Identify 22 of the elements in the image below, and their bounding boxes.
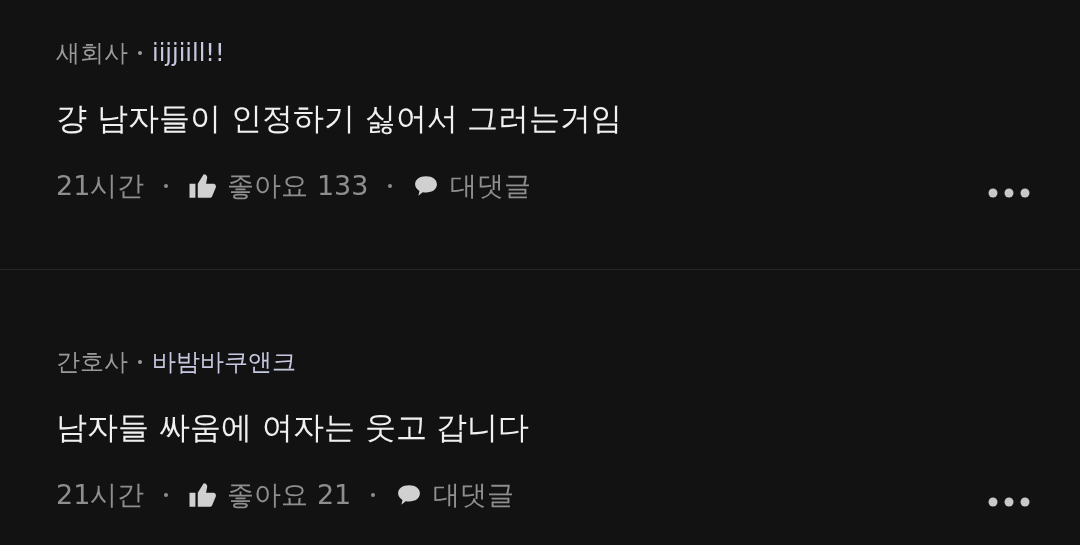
comment-text: 남자들 싸움에 여자는 웃고 갑니다 [56, 408, 531, 447]
comment-time: 21시간 [56, 478, 145, 512]
like-count[interactable]: 좋아요 21 [227, 475, 352, 515]
more-options-icon[interactable] [988, 497, 1030, 507]
separator-dot [164, 184, 169, 188]
separator-dot [138, 51, 142, 55]
author-nickname[interactable]: iijjiill!! [152, 36, 225, 70]
reply-link[interactable]: 대댓글 [433, 475, 515, 515]
separator-dot [138, 360, 142, 364]
like-count[interactable]: 좋아요 133 [227, 166, 369, 206]
separator-dot [388, 184, 393, 188]
thumbs-up-icon[interactable] [188, 482, 218, 508]
author-job: 간호사 [56, 347, 128, 378]
comment-text: 걍 남자들이 인정하기 싫어서 그러는거임 [56, 99, 624, 138]
thumbs-up-icon[interactable] [188, 173, 218, 199]
separator-dot [164, 493, 169, 497]
reply-link[interactable]: 대댓글 [450, 166, 532, 206]
separator-dot [371, 493, 376, 497]
comment-time: 21시간 [56, 169, 145, 203]
more-options-icon[interactable] [988, 188, 1030, 198]
author-nickname[interactable]: 바밤바쿠앤크 [152, 345, 296, 379]
author-job: 새회사 [56, 38, 128, 69]
